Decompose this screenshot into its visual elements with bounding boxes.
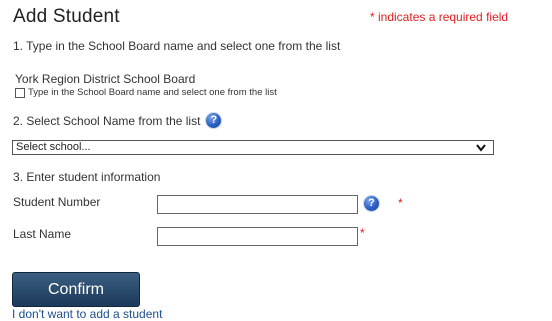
school-select-value: Select school... [16, 141, 91, 153]
board-checkbox-label: Type in the School Board name and select… [28, 87, 277, 98]
help-icon[interactable]: ? [364, 196, 379, 211]
step2-row: 2. Select School Name from the list ? [13, 113, 222, 128]
last-name-input[interactable] [157, 227, 358, 246]
help-icon[interactable]: ? [206, 113, 222, 128]
required-marker: * [360, 226, 365, 240]
step1-label: 1. Type in the School Board name and sel… [13, 39, 341, 53]
board-checkbox[interactable] [15, 87, 25, 98]
page-title: Add Student [13, 6, 120, 27]
board-checkbox-row[interactable]: Type in the School Board name and select… [15, 87, 277, 98]
step2-label: 2. Select School Name from the list [13, 113, 201, 128]
required-marker: * [398, 196, 403, 210]
last-name-label: Last Name [13, 227, 72, 241]
selected-school-board: York Region District School Board [15, 72, 196, 86]
chevron-down-icon [476, 144, 486, 152]
confirm-button[interactable]: Confirm [12, 272, 140, 307]
student-number-input[interactable] [157, 195, 358, 214]
student-number-label: Student Number [13, 195, 101, 209]
required-field-note: * indicates a required field [370, 10, 509, 24]
step3-label: 3. Enter student information [13, 170, 161, 184]
school-select[interactable]: Select school... [12, 140, 494, 155]
cancel-add-student-link[interactable]: I don't want to add a student [12, 307, 162, 321]
